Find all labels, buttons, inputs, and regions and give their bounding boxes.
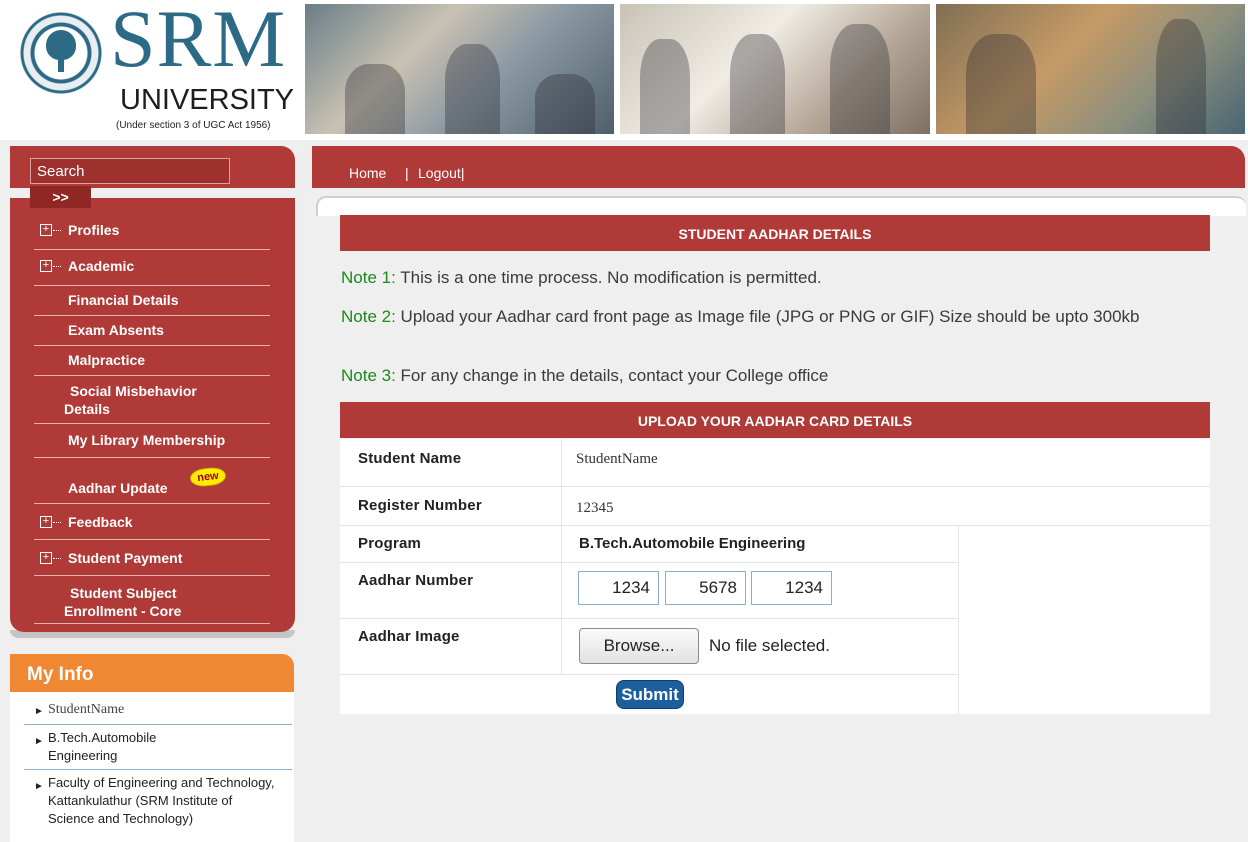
aadhar-part-2-input[interactable]: 5678 <box>665 571 746 605</box>
note-text: This is a one time process. No modificat… <box>400 268 822 287</box>
sidebar-item-malpractice[interactable]: Malpractice <box>34 346 270 376</box>
note-3: Note 3: For any change in the details, c… <box>341 365 1201 386</box>
logout-link[interactable]: Logout| <box>418 165 464 181</box>
home-link[interactable]: Home <box>349 165 386 181</box>
sidebar-item-profiles[interactable]: + Profiles <box>34 214 270 250</box>
sidebar-menu: + Profiles + Academic Financial Details … <box>10 198 295 638</box>
sidebar-item-exam-absents[interactable]: Exam Absents <box>34 316 270 346</box>
sidebar-item-label: Feedback <box>68 514 133 530</box>
srm-logo[interactable]: SRM UNIVERSITY (Under section 3 of UGC A… <box>10 0 295 132</box>
info-student-name: ► StudentName <box>24 692 292 725</box>
aadhar-part-1-input[interactable]: 1234 <box>578 571 659 605</box>
logo-subtitle: (Under section 3 of UGC Act 1956) <box>116 120 271 131</box>
sidebar-item-label: Exam Absents <box>68 322 164 338</box>
banner-image-workshop <box>935 4 1245 134</box>
sidebar-item-label: My Library Membership <box>68 432 226 448</box>
sidebar-item-aadhar-update[interactable]: Aadhar Update new <box>34 458 270 504</box>
aadhar-number-label: Aadhar Number <box>358 572 474 589</box>
note-text: Upload your Aadhar card front page as Im… <box>400 307 1140 326</box>
bullet-arrow-icon: ► <box>34 736 44 747</box>
top-navigation: Home | Logout| <box>312 146 1245 188</box>
register-number-label: Register Number <box>358 497 482 514</box>
sidebar-item-academic[interactable]: + Academic <box>34 250 270 286</box>
expand-plus-icon[interactable]: + <box>40 224 52 236</box>
note-tag: Note 1: <box>341 268 396 287</box>
section-title: STUDENT AADHAR DETAILS <box>340 215 1210 251</box>
sidebar-item-label: Profiles <box>68 222 120 238</box>
sidebar-item-label: Social Misbehavior Details <box>64 383 197 417</box>
banner-image-computer-lab <box>305 4 615 134</box>
page-header: SRM UNIVERSITY (Under section 3 of UGC A… <box>0 0 1248 140</box>
note-1: Note 1: This is a one time process. No m… <box>341 267 1201 288</box>
note-text: For any change in the details, contact y… <box>400 366 829 385</box>
form-title: UPLOAD YOUR AADHAR CARD DETAILS <box>340 402 1210 438</box>
sidebar-item-financial-details[interactable]: Financial Details <box>34 286 270 316</box>
info-faculty: ► Faculty of Engineering and Technology,… <box>34 775 275 826</box>
sidebar-item-label: Academic <box>68 258 135 274</box>
expand-plus-icon[interactable]: + <box>40 516 52 528</box>
program-value: B.Tech.Automobile Engineering <box>579 535 806 552</box>
my-info-panel: My Info ► StudentName ► B.Tech.Automobil… <box>10 654 294 842</box>
program-label: Program <box>358 535 422 552</box>
sidebar-item-feedback[interactable]: + Feedback <box>34 504 270 540</box>
banner-image-laboratory <box>620 4 930 134</box>
header-banner <box>305 4 1245 134</box>
submit-button[interactable]: Submit <box>616 680 684 709</box>
note-tag: Note 3: <box>341 366 396 385</box>
aadhar-part-3-input[interactable]: 1234 <box>751 571 832 605</box>
sidebar-item-library-membership[interactable]: My Library Membership <box>34 424 270 458</box>
university-seal-icon <box>16 8 106 98</box>
student-name-label: Student Name <box>358 450 462 467</box>
info-program: ► B.Tech.Automobile Engineering <box>24 725 292 770</box>
student-name-value: StudentName <box>576 451 658 467</box>
sidebar-item-label: Student Payment <box>68 550 183 566</box>
file-status-text: No file selected. <box>709 636 830 655</box>
bullet-arrow-icon: ► <box>34 706 44 717</box>
expand-plus-icon[interactable]: + <box>40 552 52 564</box>
search-input[interactable] <box>30 158 230 184</box>
sidebar-item-label: Student Subject Enrollment - Core <box>64 585 182 619</box>
register-number-value: 12345 <box>576 500 614 516</box>
nav-separator: | <box>405 165 409 181</box>
sidebar-item-social-misbehavior[interactable]: Social Misbehavior Details <box>34 376 270 424</box>
search-go-button[interactable]: >> <box>30 186 91 208</box>
aadhar-image-label: Aadhar Image <box>358 628 460 645</box>
sidebar-item-label: Aadhar Update <box>68 480 168 496</box>
content-frame <box>316 196 1246 216</box>
browse-file-button[interactable]: Browse... <box>579 628 699 664</box>
expand-plus-icon[interactable]: + <box>40 260 52 272</box>
sidebar-item-student-payment[interactable]: + Student Payment <box>34 540 270 576</box>
sidebar-item-subject-enrollment[interactable]: Student Subject Enrollment - Core <box>34 576 270 624</box>
my-info-list: ► StudentName ► B.Tech.Automobile Engine… <box>10 692 294 842</box>
my-info-title: My Info <box>10 654 294 692</box>
sidebar-item-label: Financial Details <box>68 292 179 308</box>
search-bar <box>10 146 295 188</box>
note-2: Note 2: Upload your Aadhar card front pa… <box>341 306 1201 327</box>
logo-wordmark: SRM <box>110 0 287 84</box>
logo-university-text: UNIVERSITY <box>120 84 295 116</box>
sidebar-item-label: Malpractice <box>68 352 146 368</box>
bullet-arrow-icon: ► <box>34 781 44 792</box>
note-tag: Note 2: <box>341 307 396 326</box>
